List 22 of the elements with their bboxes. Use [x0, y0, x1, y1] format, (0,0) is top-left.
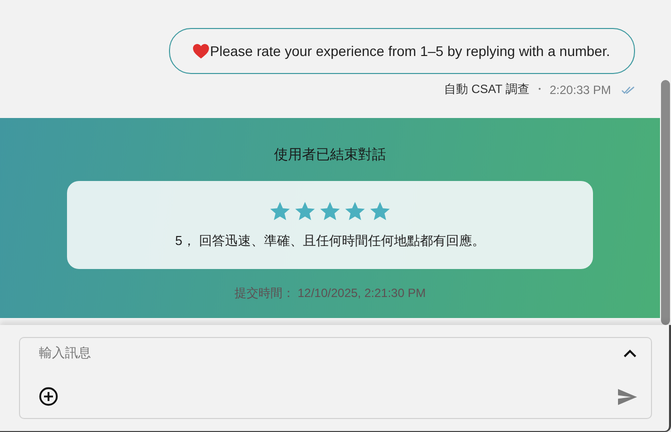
star-icon [294, 200, 316, 222]
send-icon [618, 388, 637, 404]
banner-title: 使用者已結束對話 [274, 146, 386, 164]
star-icon [269, 200, 291, 222]
separator: ・ [534, 81, 546, 98]
message-input-field[interactable]: 輸入訊息 [39, 346, 339, 361]
heart-icon [192, 43, 210, 59]
star-icon [369, 200, 391, 222]
submitted-time: 提交時間： 12/10/2025, 2:21:30 PM [234, 285, 426, 302]
star-icon [344, 200, 366, 222]
send-button[interactable] [618, 388, 637, 404]
sender-name: 自動 CSAT 調查 [444, 81, 530, 98]
rating-comment: 5， 回答迅速、準確、且任何時間任何地點都有回應。 [175, 232, 485, 250]
double-check-icon [621, 86, 635, 94]
add-button[interactable] [39, 387, 58, 406]
chevron-up-icon [623, 349, 637, 358]
plus-circle-icon [39, 387, 58, 406]
scrollbar-thumb[interactable] [661, 80, 670, 325]
star-icon [319, 200, 341, 222]
expand-button[interactable] [623, 349, 637, 358]
message-text: Please rate your experience from 1–5 by replying with a number. [210, 43, 610, 59]
message-time: 2:20:33 PM [550, 82, 611, 96]
